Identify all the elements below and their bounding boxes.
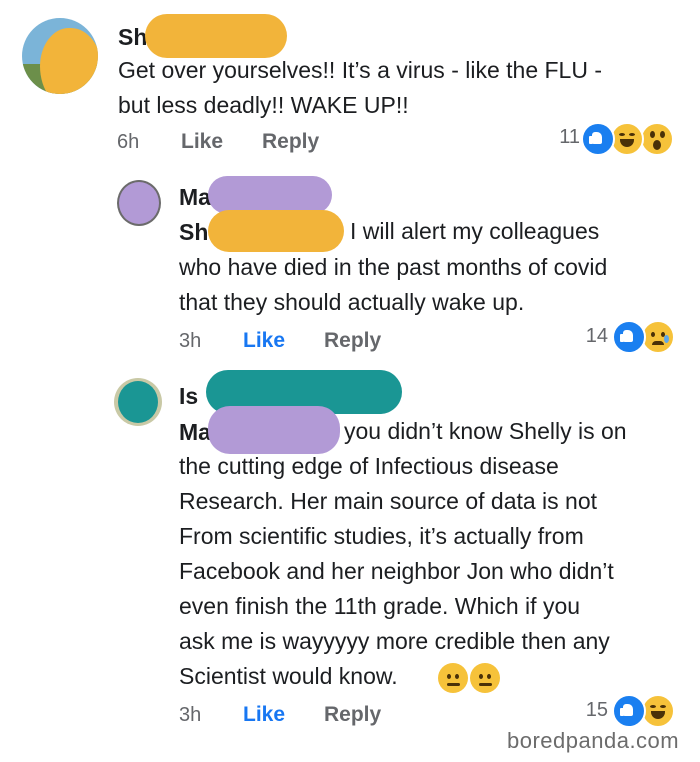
comment-text-line: Research. Her main source of data is not [179, 488, 598, 514]
comment-text-line: Facebook and her neighbor Jon who didn’t [179, 558, 614, 584]
comment-text-line: From scientific studies, it’s actually f… [179, 523, 584, 549]
avatar[interactable] [22, 18, 98, 94]
comment-text-line: who have died in the past months of covi… [179, 254, 608, 280]
like-reaction-icon [612, 694, 646, 728]
neutral-face-emoji-icon [438, 663, 468, 693]
redaction-mark [145, 14, 287, 58]
avatar[interactable] [114, 378, 162, 426]
reaction-count: 11 [559, 126, 580, 148]
like-reaction-icon [612, 320, 646, 354]
sad-reaction-icon [641, 320, 675, 354]
watermark: boredpanda.com [507, 728, 680, 753]
redaction-mark [208, 176, 332, 214]
comment-text-line: Scientist would know. [179, 663, 398, 689]
comment-timestamp[interactable]: 6h [117, 131, 139, 154]
wow-reaction-icon [640, 122, 674, 156]
reaction-count: 14 [585, 325, 608, 347]
comment-text-line: but less deadly!! WAKE UP!! [118, 92, 409, 118]
like-button[interactable]: Like [243, 329, 285, 353]
commenter-name[interactable]: Is [179, 383, 198, 410]
comment-text-line: you didn’t know Shelly is on [344, 418, 627, 444]
comment-text-line: even finish the 11th grade. Which if you [179, 593, 581, 619]
like-reaction-icon [581, 122, 615, 156]
reaction-count: 15 [585, 699, 608, 721]
comment-text-line: the cutting edge of Infectious disease [179, 453, 559, 479]
redaction-mark [208, 210, 344, 252]
like-button[interactable]: Like [181, 130, 223, 154]
neutral-face-emoji-icon [470, 663, 500, 693]
comment-text-line: ask me is wayyyyy more credible then any [179, 628, 610, 654]
redaction-mark [208, 406, 340, 454]
commenter-name[interactable]: Ma [179, 184, 211, 211]
commenter-name[interactable]: Sh [118, 24, 147, 51]
comment-text-line: I will alert my colleagues [350, 218, 600, 244]
reply-button[interactable]: Reply [324, 329, 381, 353]
comment-text-line: Get over yourselves!! It’s a virus - lik… [118, 57, 603, 83]
comment-timestamp[interactable]: 3h [179, 704, 201, 727]
comment-text-line: that they should actually wake up. [179, 289, 525, 315]
mentioned-user-tag[interactable]: Ma [179, 419, 211, 446]
mentioned-user-tag[interactable]: Sh [179, 219, 208, 246]
reply-button[interactable]: Reply [262, 130, 319, 154]
reply-button[interactable]: Reply [324, 703, 381, 727]
comment-timestamp[interactable]: 3h [179, 330, 201, 353]
like-button[interactable]: Like [243, 703, 285, 727]
avatar[interactable] [117, 180, 161, 226]
haha-reaction-icon [610, 122, 644, 156]
haha-reaction-icon [641, 694, 675, 728]
